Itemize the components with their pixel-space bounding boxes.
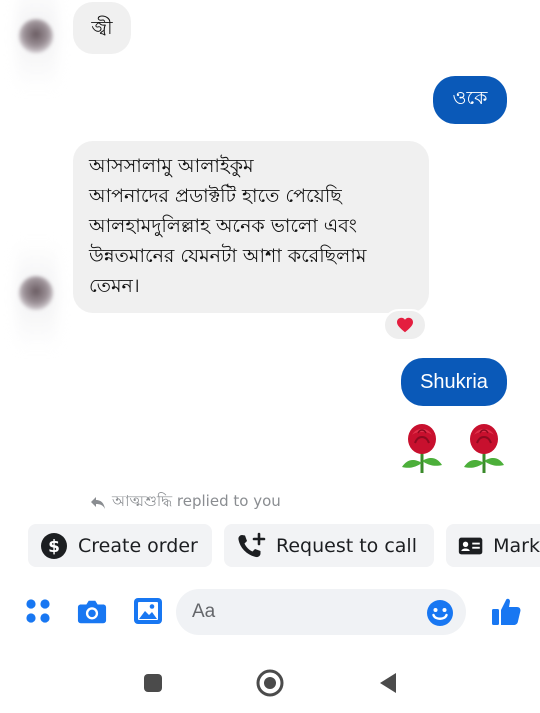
chip-label: Create order <box>78 534 198 557</box>
svg-text:$: $ <box>48 537 60 557</box>
dollar-icon: $ <box>41 532 67 559</box>
emoji-icon[interactable] <box>425 598 455 628</box>
message-text: ওকে <box>452 87 488 109</box>
message-text: Shukria <box>420 370 488 393</box>
rose-icon <box>402 424 442 473</box>
request-to-call-button[interactable]: Request to call <box>224 524 434 567</box>
like-icon[interactable] <box>489 594 523 628</box>
menu-dots-icon[interactable] <box>23 596 53 626</box>
heart-icon <box>397 317 413 333</box>
message-line: আলহামদুলিল্লাহ অনেক ভালো এবং <box>89 215 357 237</box>
square-icon <box>144 674 162 692</box>
reaction-badge[interactable] <box>383 309 427 341</box>
reply-indicator: আত্মশুদ্ধি replied to you <box>90 490 281 515</box>
message-line: উন্নতমানের যেমনটা আশা করেছিলাম <box>89 245 367 267</box>
gallery-icon[interactable] <box>133 596 163 626</box>
message-input[interactable]: Aa <box>176 589 466 635</box>
incoming-message[interactable]: জ্বী <box>73 2 131 54</box>
chip-label: Request to call <box>276 534 417 557</box>
phone-plus-icon <box>238 532 266 557</box>
outgoing-message[interactable]: Shukria <box>401 358 507 406</box>
id-card-icon <box>458 537 483 554</box>
reply-note-text: আত্মশুদ্ধি replied to you <box>112 492 281 510</box>
chip-label: Mark <box>493 534 540 557</box>
mark-button[interactable]: Mark <box>446 524 540 567</box>
message-line: আপনাদের প্রডাক্টটি হাতে পেয়েছি <box>89 185 342 207</box>
message-text: জ্বী <box>91 17 113 39</box>
back-triangle-icon <box>380 673 396 693</box>
back-button[interactable] <box>373 668 403 698</box>
rose-icon <box>464 424 504 473</box>
input-placeholder: Aa <box>192 601 216 622</box>
home-circle-icon <box>256 669 284 697</box>
outgoing-message[interactable]: ওকে <box>433 76 507 124</box>
reply-arrow-icon <box>91 496 105 509</box>
message-line: তেমন। <box>89 275 140 297</box>
recents-button[interactable] <box>138 668 168 698</box>
incoming-message[interactable]: আসসালামু আলাইকুম আপনাদের প্রডাক্টটি হাতে… <box>73 141 429 313</box>
create-order-button[interactable]: $ Create order <box>28 524 212 567</box>
camera-icon[interactable] <box>77 596 107 626</box>
contact-avatar[interactable] <box>19 276 53 310</box>
message-line: আসসালামু আলাইকুম <box>89 155 254 177</box>
contact-avatar[interactable] <box>19 19 53 53</box>
emoji-message[interactable] <box>398 420 508 476</box>
home-button[interactable] <box>255 668 285 698</box>
